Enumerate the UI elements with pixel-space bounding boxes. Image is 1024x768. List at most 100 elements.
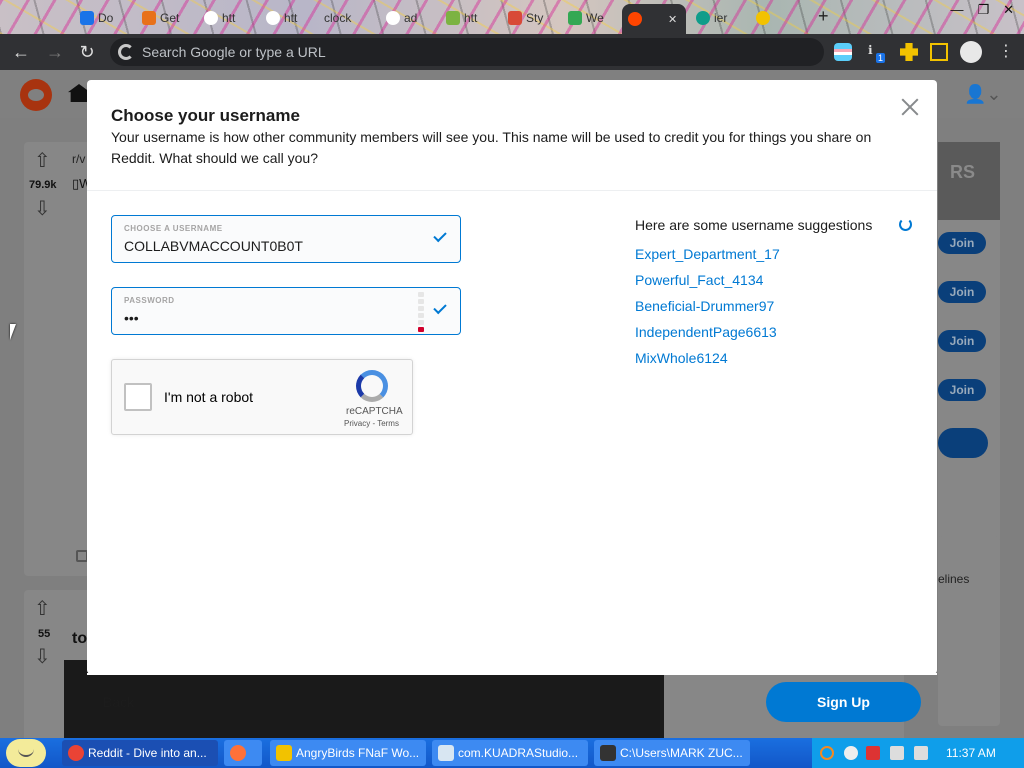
downvote-icon[interactable]: ⇩ (34, 196, 51, 221)
recaptcha-checkbox[interactable] (124, 383, 152, 411)
tab-favicon (142, 11, 156, 25)
tab-4[interactable]: htt (260, 5, 308, 31)
shield-icon[interactable] (844, 746, 858, 760)
user-menu-icon[interactable]: 👤⌄ (964, 84, 1004, 106)
back-button[interactable]: Back (103, 694, 134, 710)
username-suggestion[interactable]: Powerful_Fact_4134 (635, 272, 763, 288)
recaptcha-terms-link[interactable]: Privacy - Terms (344, 419, 399, 428)
sidebar-guidelines-card: elines (938, 536, 1000, 726)
modal-header: Choose your username Your username is ho… (87, 80, 937, 191)
menu-kebab-icon[interactable]: ⋮ (998, 43, 1016, 61)
network-warning-icon[interactable] (866, 746, 880, 760)
chrome-icon (68, 745, 84, 761)
upvote-icon[interactable]: ⇧ (34, 148, 51, 173)
modal-footer-edge (87, 673, 937, 675)
flag-extension-icon[interactable] (834, 43, 852, 61)
reload-icon[interactable]: ↻ (76, 41, 98, 63)
tab-strip: Do Get htt htt clock ad htt Sty We ✕ ier… (0, 0, 1024, 34)
checkmark-icon (433, 300, 447, 315)
taskbar-item-cmd[interactable]: C:\Users\MARK ZUC... (594, 740, 750, 766)
refresh-suggestions-icon[interactable] (899, 218, 912, 231)
tab-8[interactable]: Sty (502, 5, 550, 31)
username-suggestion[interactable]: Beneficial-Drummer97 (635, 298, 774, 314)
puzzle-icon[interactable] (900, 43, 918, 61)
community-banner: RS (938, 142, 1000, 220)
address-input[interactable] (142, 38, 802, 66)
banner-text: RS (950, 162, 976, 182)
tab-3[interactable]: htt (198, 5, 246, 31)
windows-taskbar: Reddit - Dive into an... AngryBirds FNaF… (0, 738, 1024, 768)
monitor-icon[interactable] (890, 746, 904, 760)
google-icon (386, 11, 400, 25)
tab-12[interactable] (750, 5, 798, 31)
username-suggestion[interactable]: IndependentPage6613 (635, 324, 777, 340)
volume-icon[interactable] (914, 746, 928, 760)
minimize-icon[interactable]: — (950, 2, 963, 18)
username-label: CHOOSE A USERNAME (124, 224, 223, 233)
guidelines-text: elines (938, 572, 970, 586)
sign-up-button[interactable]: Sign Up (766, 682, 921, 722)
tab-reddit-active[interactable]: ✕ (622, 4, 686, 34)
tab-11[interactable]: ier (690, 5, 738, 31)
join-button[interactable]: Join (938, 232, 986, 254)
taskbar-item-angrybirds[interactable]: AngryBirds FNaF Wo... (270, 740, 426, 766)
system-tray: 11:37 AM (812, 738, 1024, 768)
tab-2[interactable]: Get (136, 5, 184, 31)
vote-count: 55 (38, 628, 51, 640)
address-bar[interactable] (110, 38, 824, 66)
suggestions-title: Here are some username suggestions (635, 217, 873, 233)
username-input[interactable] (124, 236, 414, 256)
reddit-icon (628, 12, 642, 26)
tab-9[interactable]: We (562, 5, 610, 31)
password-label: PASSWORD (124, 296, 175, 305)
google-icon (266, 11, 280, 25)
password-field[interactable]: PASSWORD (111, 287, 461, 335)
downvote-icon[interactable]: ⇩ (34, 644, 51, 669)
username-suggestion[interactable]: MixWhole6124 (635, 350, 728, 366)
taskbar-item-kuadra[interactable]: com.KUADRAStudio... (432, 740, 588, 766)
back-arrow-icon[interactable]: ← (10, 41, 32, 63)
tab-6[interactable]: ad (380, 5, 428, 31)
tab-7[interactable]: htt (440, 5, 488, 31)
sidepanel-icon[interactable] (930, 43, 948, 61)
username-field[interactable]: CHOOSE A USERNAME (111, 215, 461, 263)
vote-count: 79.9k (29, 179, 57, 191)
folder-icon (276, 745, 292, 761)
checkmark-icon (433, 228, 447, 243)
taskbar-item-reddit[interactable]: Reddit - Dive into an... (62, 740, 218, 766)
tab-favicon (508, 11, 522, 25)
sidebar-community-card: RS (938, 142, 1000, 590)
join-button[interactable]: Join (938, 330, 986, 352)
notepad-icon (438, 745, 454, 761)
password-input[interactable] (124, 308, 414, 328)
gear-icon (756, 11, 770, 25)
username-suggestion[interactable]: Expert_Department_17 (635, 246, 780, 262)
close-icon[interactable] (897, 94, 923, 120)
7zip-icon (600, 745, 616, 761)
extension-icon[interactable]: ℹ1 (868, 43, 886, 63)
join-button[interactable]: Join (938, 379, 986, 401)
start-button[interactable] (6, 739, 46, 767)
reddit-logo-icon[interactable] (20, 79, 52, 111)
close-window-icon[interactable]: ✕ (1003, 2, 1014, 18)
view-all-button[interactable] (938, 428, 988, 458)
firefox-icon (230, 745, 246, 761)
tab-1[interactable]: Do (74, 5, 122, 31)
tab-5[interactable]: clock (318, 5, 368, 31)
recaptcha-logo-icon (356, 370, 388, 402)
modal-description: Your username is how other community mem… (111, 129, 872, 166)
signup-username-modal: Choose your username Your username is ho… (87, 80, 937, 674)
password-strength-meter (418, 292, 424, 332)
join-button[interactable]: Join (938, 281, 986, 303)
restore-icon[interactable]: ❐ (977, 2, 989, 18)
search-icon[interactable] (820, 746, 834, 760)
recaptcha-brand: reCAPTCHA (346, 406, 403, 417)
new-tab-button[interactable]: + (818, 6, 829, 27)
taskbar-item-firefox[interactable] (224, 740, 262, 766)
recaptcha-label: I'm not a robot (164, 389, 254, 405)
profile-avatar-icon[interactable] (960, 41, 982, 63)
upvote-icon[interactable]: ⇧ (34, 596, 51, 621)
modal-title: Choose your username (111, 106, 300, 125)
forward-arrow-icon[interactable]: → (44, 41, 66, 63)
close-tab-icon[interactable]: ✕ (668, 13, 677, 26)
